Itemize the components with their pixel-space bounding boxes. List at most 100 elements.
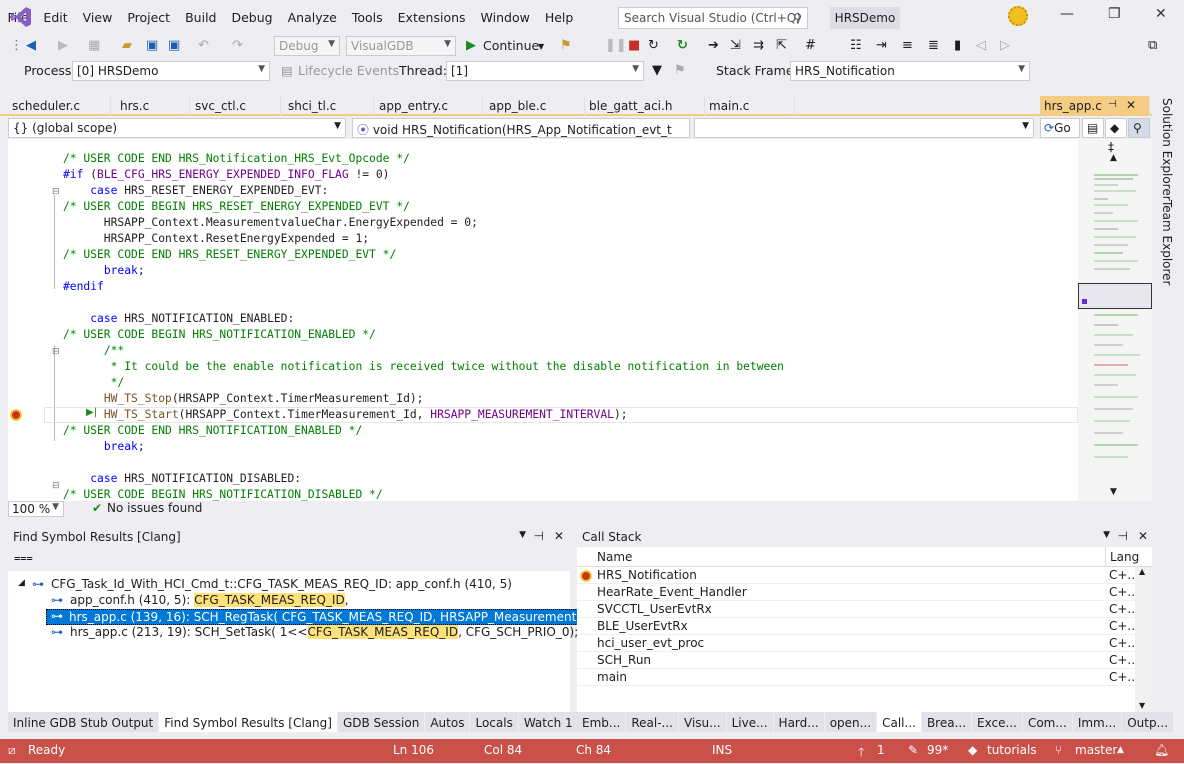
close-tab-icon[interactable]: ✕ [1126, 98, 1136, 112]
close-icon[interactable]: ✕ [554, 529, 564, 543]
redo-icon[interactable]: ↷ [232, 38, 243, 53]
call-stack-row[interactable]: HearRate_Event_Handler C+... [577, 584, 1152, 601]
stack-frame-select[interactable]: HRS_Notification ▼ [790, 61, 1030, 81]
threads-icon[interactable]: ☷ [850, 38, 862, 53]
indent-icon[interactable]: ⇥ [876, 38, 887, 53]
show-next-statement-icon[interactable]: ➔ [708, 38, 719, 53]
search-input[interactable]: Search Visual Studio (Ctrl+Q) ⚲ [618, 7, 808, 29]
forward-icon[interactable]: ▶ [58, 38, 68, 53]
result-row-2-selected[interactable]: hrs_app.c (139, 16): SCH_RegTask( CFG_TA… [46, 609, 592, 625]
undo-icon[interactable]: ↶ [198, 38, 209, 53]
open-file-icon[interactable]: ▰ [122, 38, 132, 53]
menu-edit[interactable]: Edit [36, 10, 75, 25]
go-button[interactable]: ⟳Go [1040, 118, 1080, 138]
pin-icon[interactable]: ⊣ [1118, 529, 1128, 543]
member-select[interactable]: ▼ [694, 118, 1034, 138]
step-into-icon[interactable]: ⇲ [730, 38, 741, 53]
pin-icon[interactable]: ⊣ [1108, 99, 1117, 110]
scroll-up-icon[interactable]: ▲ [1139, 567, 1145, 576]
restart-icon[interactable]: ↻ [648, 38, 659, 53]
tab-inline-gdb-stub-output[interactable]: Inline GDB Stub Output [8, 712, 159, 732]
vertical-scrollbar[interactable]: ▲ ▼ [1135, 567, 1152, 712]
process-select[interactable]: [0] HRSDemo ▼ [72, 61, 270, 81]
column-name[interactable]: Name [597, 550, 632, 564]
close-icon[interactable]: ✕ [1155, 6, 1167, 22]
tab-ble-gatt-aci-h[interactable]: ble_gatt_aci.h [585, 96, 705, 116]
live-share-icon[interactable] [1008, 6, 1028, 26]
pin-icon[interactable]: ⊣ [534, 529, 544, 543]
uncomment-icon[interactable]: ≣ [928, 38, 939, 53]
menu-help[interactable]: Help [537, 10, 581, 25]
tab-svc-ctl-c[interactable]: svc_ctl.c [191, 96, 281, 116]
tab-watch-1[interactable]: Watch 1 [518, 712, 578, 732]
tab-immediate-window[interactable]: Imm... [1072, 712, 1122, 732]
hex-display-icon[interactable]: # [805, 38, 816, 53]
tab-exception-settings[interactable]: Exce... [972, 712, 1022, 732]
menu-analyze[interactable]: Analyze [280, 10, 344, 25]
status-changes[interactable]: 99* [927, 743, 948, 757]
visual-studio-logo-icon[interactable] [10, 6, 32, 28]
stop-debugging-icon[interactable]: ■ [628, 38, 640, 53]
scrollbar-minimap[interactable]: ‡ ▲ ▼ [1078, 139, 1152, 501]
continue-icon[interactable]: ▶ [466, 38, 476, 53]
call-stack-row[interactable]: main C+... [577, 669, 1152, 686]
status-branch[interactable]: master [1075, 743, 1117, 757]
back-icon[interactable]: ◀ [26, 38, 36, 53]
solution-explorer-tab[interactable]: Solution Explorer [1160, 98, 1174, 201]
comment-icon[interactable]: ≡ [902, 38, 913, 53]
new-project-icon[interactable]: ▦ [88, 38, 100, 53]
minimize-icon[interactable]: — [1060, 6, 1074, 22]
tab-shci-tl-c[interactable]: shci_tl.c [284, 96, 374, 116]
function-select[interactable]: ⦿ void HRS_Notification(HRS_App_Notifica… [352, 118, 690, 138]
result-root[interactable]: CFG_Task_Id_With_HCI_Cmd_t::CFG_TASK_MEA… [51, 577, 512, 591]
team-explorer-tab[interactable]: Team Explorer [1160, 200, 1174, 286]
tab-app-ble-c[interactable]: app_ble.c [485, 96, 585, 116]
doc-outline-icon[interactable]: ▤ [1082, 118, 1104, 138]
results-list-icon[interactable]: ⩶ [14, 551, 33, 565]
call-stack-row[interactable]: SVCCTL_UserEvtRx C+... [577, 601, 1152, 618]
status-repository[interactable]: tutorials [987, 743, 1037, 757]
column-lang[interactable]: Lang [1105, 547, 1143, 567]
issues-status[interactable]: No issues found [107, 501, 202, 515]
expand-icon[interactable]: ◢ [18, 578, 25, 588]
tab-hrs-c[interactable]: hrs.c [116, 96, 190, 116]
configuration-select[interactable]: Debug ▼ [274, 36, 340, 56]
thread-select[interactable]: [1] ▼ [446, 61, 644, 81]
continue-dropdown-icon[interactable]: ▼ [538, 42, 544, 51]
refresh-icon[interactable]: ↻ [677, 38, 688, 53]
zoom-select[interactable]: 100 % ▼ [8, 501, 64, 517]
tab-gdb-session[interactable]: GDB Session [337, 712, 425, 732]
status-unpushed[interactable]: 1 [877, 743, 885, 757]
filter-icon[interactable]: ▼ [652, 63, 662, 78]
minimap-viewport[interactable] [1078, 283, 1152, 309]
tab-main-c[interactable]: main.c [705, 96, 795, 116]
break-all-icon[interactable]: ❚❚ [605, 38, 627, 53]
call-stack-row[interactable]: SCH_Run C+... [577, 652, 1152, 669]
tab-app-entry-c[interactable]: app_entry.c [375, 96, 483, 116]
result-row-3[interactable]: hrs_app.c (213, 19): SCH_SetTask( 1<<CFG… [70, 625, 578, 639]
collapse-icon[interactable]: ⊟ [52, 481, 60, 491]
prev-bookmark-icon[interactable]: ◁ [976, 38, 986, 53]
branch-chevron-icon[interactable]: ▲ [1117, 745, 1124, 755]
menu-window[interactable]: Window [473, 10, 537, 25]
result-row-1[interactable]: app_conf.h (410, 5): CFG_TASK_MEAS_REQ_I… [70, 593, 349, 607]
collapse-icon[interactable]: ⊟ [52, 347, 60, 357]
split-icon[interactable]: ‡ [1108, 140, 1114, 154]
notifications-icon[interactable]: 🔔︎ [1154, 743, 1169, 757]
call-stack-row[interactable]: BLE_UserEvtRx C+... [577, 618, 1152, 635]
tab-scheduler-c[interactable]: scheduler.c [8, 96, 111, 116]
tab-hardware-registers[interactable]: Hard... [773, 712, 824, 732]
tab-openocd[interactable]: open... [824, 712, 877, 732]
step-out-icon[interactable]: ⇱ [776, 38, 787, 53]
tab-visual-watch[interactable]: Visu... [679, 712, 726, 732]
menu-project[interactable]: Project [120, 10, 178, 25]
tab-locals[interactable]: Locals [470, 712, 518, 732]
collapse-icon[interactable]: ⊟ [52, 187, 60, 197]
panel-menu-icon[interactable]: ▼ [1103, 530, 1110, 540]
find-icon[interactable]: ⚲ [1128, 118, 1150, 138]
tab-call-stack[interactable]: Call... [877, 712, 921, 732]
panel-menu-icon[interactable]: ▼ [519, 530, 526, 540]
feedback-icon[interactable]: ⧉ [1148, 38, 1157, 53]
tab-command-window[interactable]: Com... [1022, 712, 1072, 732]
tag-icon[interactable]: ◆ [1105, 118, 1127, 138]
